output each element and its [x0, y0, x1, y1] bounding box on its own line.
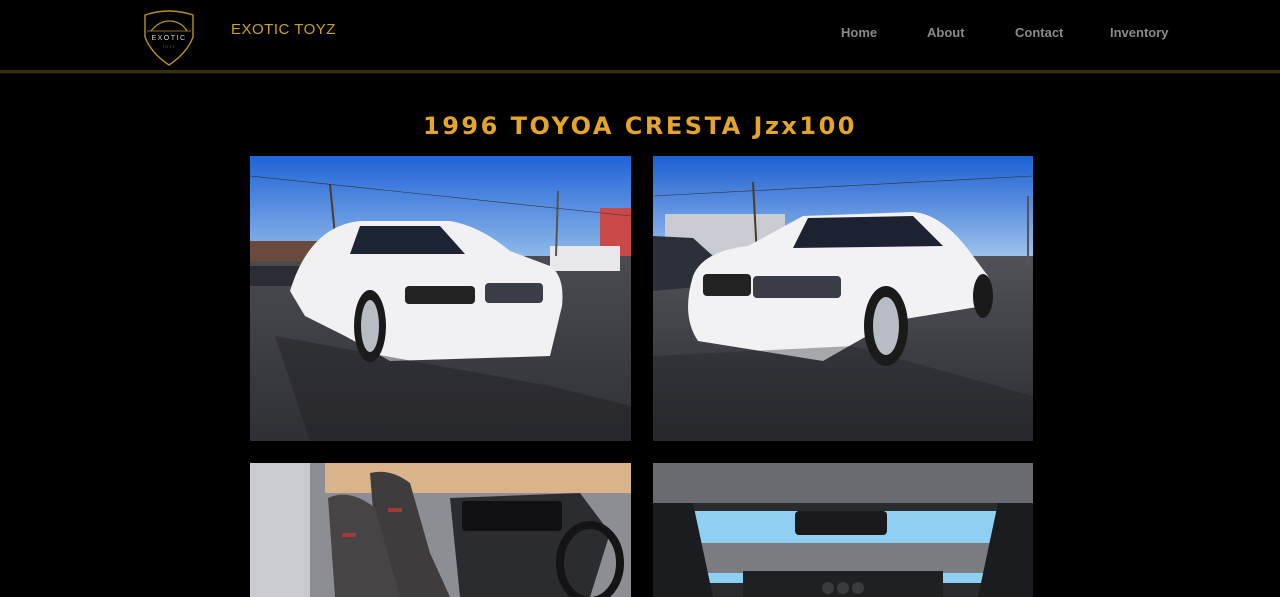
car-interior-seats-photo: [250, 463, 631, 597]
car-front-right-photo: [653, 156, 1033, 441]
gallery-photo-4[interactable]: [653, 463, 1034, 597]
nav-contact-link[interactable]: Contact: [1015, 25, 1063, 40]
main-nav: Home About Contact Inventory: [0, 25, 1280, 45]
gallery-photo-3[interactable]: [250, 463, 631, 597]
nav-about-link[interactable]: About: [927, 25, 965, 40]
nav-inventory-link[interactable]: Inventory: [1110, 25, 1169, 40]
listing-title: 1996 TOYOA CRESTA Jzx100: [423, 112, 857, 140]
car-interior-dashboard-photo: [653, 463, 1033, 597]
car-front-left-photo: [250, 156, 631, 441]
logo-subtext: TOYZ: [162, 45, 175, 49]
site-header: EXOTIC TOYZ EXOTIC TOYZ Home About Conta…: [0, 0, 1280, 73]
gallery-photo-1[interactable]: [250, 156, 631, 441]
nav-home-link[interactable]: Home: [841, 25, 877, 40]
gallery-photo-2[interactable]: [653, 156, 1034, 441]
